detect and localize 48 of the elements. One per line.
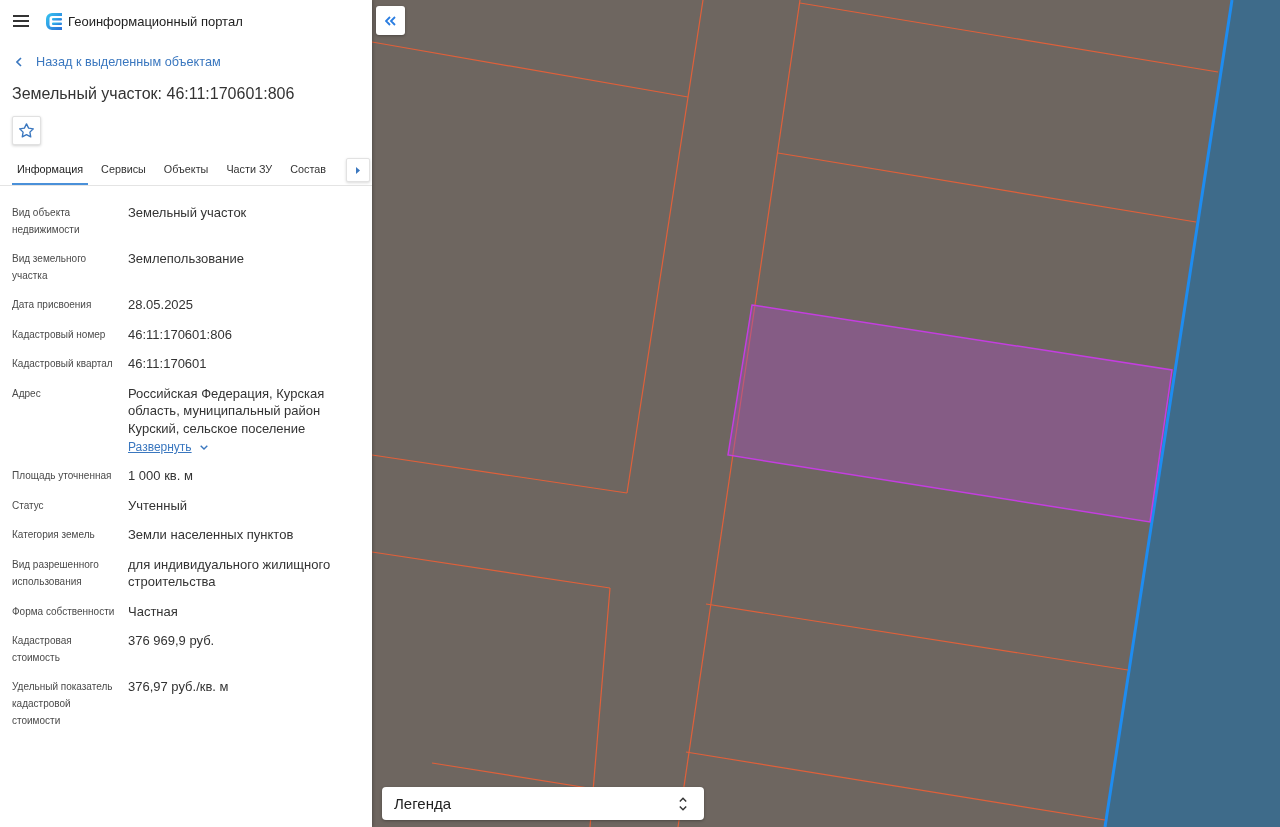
field-value: Земельный участок xyxy=(128,204,247,222)
collapse-panel-button[interactable] xyxy=(376,6,405,35)
field-label: Удельный показатель кадастровой стоимости xyxy=(12,680,114,728)
field-label: Статус xyxy=(12,498,45,513)
field-value: 1 000 кв. м xyxy=(128,467,193,485)
object-title: Земельный участок: 46:11:170601:806 xyxy=(12,84,295,104)
chevron-down-icon xyxy=(199,444,208,450)
tab[interactable]: Сервисы xyxy=(96,155,151,185)
field-value: для индивидуального жилищного строительства xyxy=(128,555,332,591)
field-value: 376,97 руб./кв. м xyxy=(128,678,229,696)
field-value: Землепользование xyxy=(128,250,244,268)
field-label: Кадастровая стоимость xyxy=(12,634,73,665)
logo-icon xyxy=(46,12,62,30)
field-label: Дата присвоения xyxy=(12,298,93,312)
back-link[interactable]: Назад к выделенным объектам xyxy=(16,52,221,72)
star-icon xyxy=(19,123,34,138)
menu-icon xyxy=(13,15,29,27)
field-value: Учтенный xyxy=(128,496,188,514)
tab[interactable]: Состав xyxy=(285,155,331,185)
tab[interactable]: Информация xyxy=(12,155,89,185)
tab[interactable]: Части ЗУ xyxy=(221,155,278,185)
field-value: Земли населенных пунктов xyxy=(128,526,294,544)
field-value: Российская Федерация, Курская область, муниципальный район Курский, сельское поселение xyxy=(128,384,326,437)
field-label: Вид разрешенного использования xyxy=(12,557,100,589)
scroll-tabs-button[interactable] xyxy=(346,158,370,182)
field-value: 46:11:170601:806 xyxy=(128,325,232,343)
favorite-button[interactable] xyxy=(12,116,41,145)
field-label: Кадастровый номер xyxy=(12,327,107,342)
menu-button[interactable] xyxy=(13,15,29,27)
field-label: Категория земель xyxy=(12,528,96,542)
field-label: Площадь уточненная xyxy=(12,469,113,483)
field-label: Адрес xyxy=(12,386,42,401)
double-chevron-left-icon xyxy=(385,15,396,26)
field-value: 28.05.2025 xyxy=(128,296,194,314)
field-value: Частная xyxy=(128,602,178,620)
legend-select[interactable]: Легенда xyxy=(382,787,704,820)
up-down-chevron-icon xyxy=(679,796,687,811)
field-label: Вид объекта недвижимости xyxy=(12,206,81,237)
expand-link[interactable]: Развернуть xyxy=(128,439,208,455)
tab[interactable]: Объекты xyxy=(158,155,214,185)
field-label: Вид земельного участка xyxy=(12,252,88,283)
portal-title: Геоинформационный портал xyxy=(68,13,243,29)
triangle-right-icon xyxy=(356,166,360,174)
field-label: Кадастровый квартал xyxy=(12,357,114,371)
field-value: 46:11:170601 xyxy=(128,355,207,373)
field-label: Форма собственности xyxy=(12,604,116,619)
field-value: 376 969,9 руб. xyxy=(128,632,215,650)
chevron-left-icon xyxy=(16,57,22,67)
